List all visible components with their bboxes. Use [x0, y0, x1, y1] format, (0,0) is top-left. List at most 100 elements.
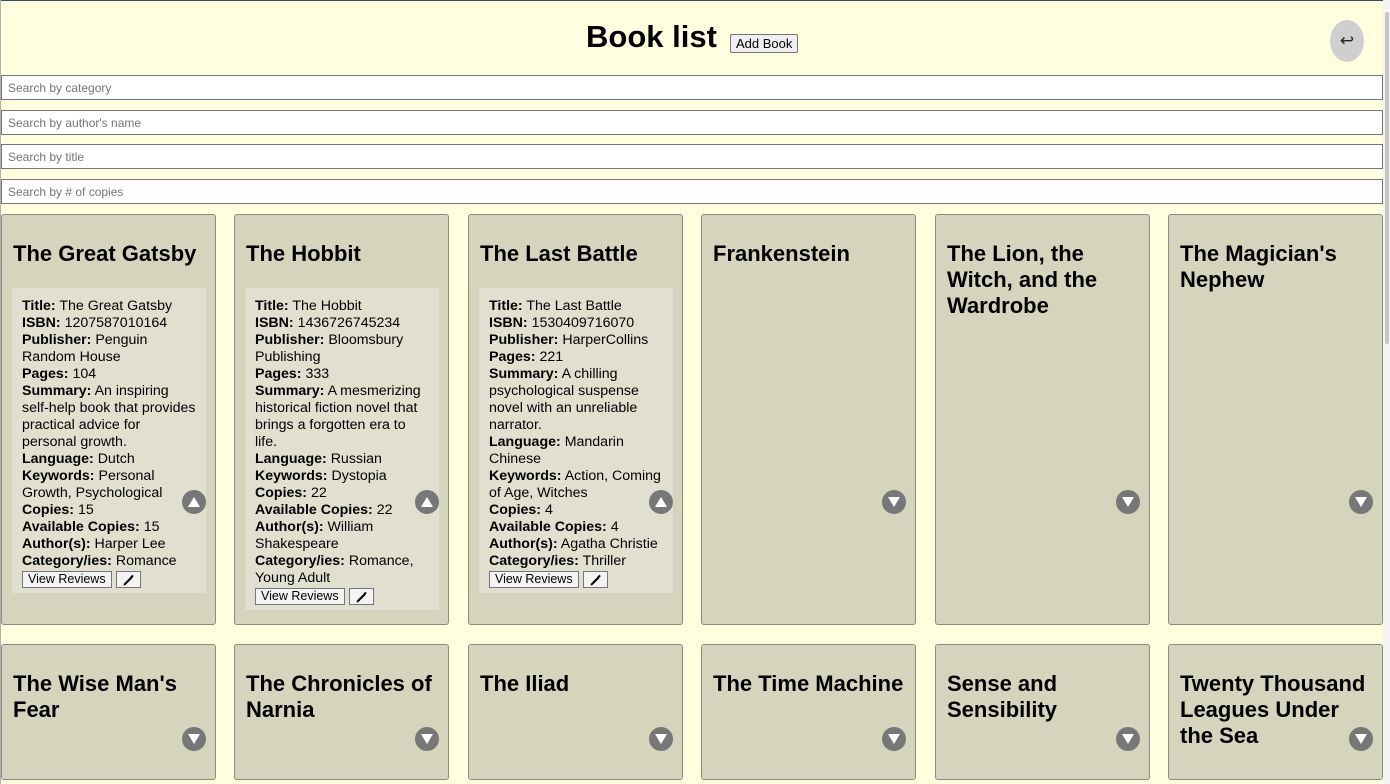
- page-title: Book list: [586, 19, 717, 54]
- detail-keywords-label: Keywords:: [489, 468, 562, 484]
- detail-available-label: Available Copies:: [489, 519, 607, 535]
- expand-button[interactable]: [415, 727, 439, 751]
- expand-button[interactable]: [882, 490, 906, 514]
- detail-copies-value: 4: [544, 502, 553, 518]
- detail-summary: Summary: A mesmerizing historical fictio…: [255, 383, 431, 451]
- detail-isbn: ISBN: 1530409716070: [489, 315, 665, 332]
- detail-authors-value: Harper Lee: [94, 536, 166, 552]
- detail-copies: Copies: 22: [255, 485, 431, 502]
- page-scrollbar[interactable]: [1383, 0, 1390, 784]
- collapse-button[interactable]: [415, 490, 439, 514]
- detail-authors-value: Agatha Christie: [560, 536, 658, 552]
- detail-keywords-label: Keywords:: [255, 468, 328, 484]
- book-card-title: The Hobbit: [246, 241, 361, 266]
- detail-summary: Summary: A chilling psychological suspen…: [489, 366, 665, 434]
- book-details-panel: Title: The Hobbit ISBN: 1436726745234 Publ…: [245, 288, 439, 610]
- book-details-panel: Title: The Last Battle ISBN: 153040971607…: [479, 288, 673, 593]
- back-button[interactable]: ↩: [1330, 20, 1364, 62]
- book-card-title: The Iliad: [480, 671, 570, 696]
- detail-keywords-value: Dystopia: [331, 468, 387, 484]
- detail-publisher-value: HarperCollins: [562, 332, 649, 348]
- detail-copies: Copies: 15: [22, 502, 198, 519]
- collapse-button[interactable]: [182, 490, 206, 514]
- expand-button[interactable]: [649, 727, 673, 751]
- detail-summary-label: Summary:: [489, 366, 559, 382]
- detail-keywords: Keywords: Action, Coming of Age, Witches: [489, 468, 665, 502]
- detail-title-label: Title:: [255, 298, 289, 314]
- expand-button[interactable]: [882, 727, 906, 751]
- detail-title-value: The Last Battle: [526, 298, 622, 314]
- detail-publisher: Publisher: Bloomsbury Publishing: [255, 332, 431, 366]
- detail-pages: Pages: 333: [255, 366, 431, 383]
- book-card-title: The Time Machine: [713, 671, 904, 696]
- book-actions: View Reviews: [22, 571, 198, 588]
- detail-publisher-label: Publisher:: [489, 332, 559, 348]
- book-card-title: The Lion, the Witch, and the Wardrobe: [947, 241, 1098, 318]
- detail-title: Title: The Last Battle: [489, 298, 665, 315]
- book-card-title: The Chronicles of Narnia: [246, 671, 432, 722]
- book-card: Twenty Thousand Leagues Under the Sea: [1168, 644, 1383, 780]
- add-book-button[interactable]: Add Book: [730, 34, 799, 53]
- detail-pages-value: 104: [72, 366, 97, 382]
- detail-keywords-label: Keywords:: [22, 468, 95, 484]
- view-reviews-button[interactable]: View Reviews: [255, 588, 345, 605]
- search-copies-input[interactable]: [1, 179, 1383, 204]
- detail-categories-label: Category/ies:: [489, 553, 579, 569]
- book-details-panel: Title: The Great Gatsby ISBN: 12075870101…: [12, 288, 206, 593]
- detail-authors-label: Author(s):: [489, 536, 558, 552]
- search-category-input[interactable]: [1, 75, 1383, 100]
- detail-pages-label: Pages:: [22, 366, 69, 382]
- view-reviews-button[interactable]: View Reviews: [22, 571, 112, 588]
- detail-categories-label: Category/ies:: [255, 553, 345, 569]
- book-card: The Last Battle Title: The Last Battle ISB…: [468, 214, 683, 625]
- detail-title-label: Title:: [22, 298, 56, 314]
- detail-categories-label: Category/ies:: [22, 553, 112, 569]
- detail-summary: Summary: An inspiring self-help book tha…: [22, 383, 198, 451]
- detail-isbn-value: 1530409716070: [531, 315, 635, 331]
- search-author-input[interactable]: [1, 110, 1383, 135]
- book-card: The Chronicles of Narnia: [234, 644, 449, 780]
- scrollbar-thumb[interactable]: [1385, 12, 1389, 344]
- detail-categories: Category/ies: Romance: [22, 553, 198, 570]
- view-reviews-button[interactable]: View Reviews: [489, 571, 579, 588]
- detail-publisher-label: Publisher:: [22, 332, 92, 348]
- search-title-input[interactable]: [1, 144, 1383, 169]
- expand-button[interactable]: [1349, 727, 1373, 751]
- detail-language-label: Language:: [255, 451, 327, 467]
- detail-title-value: The Hobbit: [292, 298, 362, 314]
- book-card-title: Sense and Sensibility: [947, 671, 1058, 722]
- book-card-title: The Magician's Nephew: [1180, 241, 1337, 292]
- detail-summary-label: Summary:: [255, 383, 325, 399]
- detail-copies-value: 15: [77, 502, 94, 518]
- edit-book-button[interactable]: [582, 571, 608, 588]
- detail-copies-value: 22: [310, 485, 327, 501]
- expand-button[interactable]: [1116, 727, 1140, 751]
- detail-language: Language: Dutch: [22, 451, 198, 468]
- detail-title: Title: The Hobbit: [255, 298, 431, 315]
- detail-pages-value: 221: [539, 349, 564, 365]
- detail-categories-value: Romance: [115, 553, 177, 569]
- book-card: The Time Machine: [701, 644, 916, 780]
- detail-publisher: Publisher: HarperCollins: [489, 332, 665, 349]
- pencil-icon: [355, 591, 368, 607]
- collapse-button[interactable]: [649, 490, 673, 514]
- expand-button[interactable]: [182, 727, 206, 751]
- detail-language-label: Language:: [489, 434, 561, 450]
- edit-book-button[interactable]: [348, 588, 374, 607]
- expand-button[interactable]: [1349, 490, 1373, 514]
- detail-summary-label: Summary:: [22, 383, 92, 399]
- detail-authors-label: Author(s):: [255, 519, 324, 535]
- book-card-title: The Last Battle: [480, 241, 638, 266]
- expand-button[interactable]: [1116, 490, 1140, 514]
- detail-publisher: Publisher: Penguin Random House: [22, 332, 198, 366]
- detail-available-value: 15: [143, 519, 160, 535]
- detail-categories: Category/ies: Thriller: [489, 553, 665, 570]
- book-card: The Magician's Nephew: [1168, 214, 1383, 625]
- back-arrow-icon: ↩: [1339, 31, 1355, 50]
- detail-language-value: Dutch: [97, 451, 135, 467]
- edit-book-button[interactable]: [115, 571, 141, 588]
- detail-categories-value: Thriller: [582, 553, 626, 569]
- book-card-title: The Wise Man's Fear: [13, 671, 177, 722]
- detail-language-value: Russian: [330, 451, 382, 467]
- detail-isbn-label: ISBN:: [22, 315, 61, 331]
